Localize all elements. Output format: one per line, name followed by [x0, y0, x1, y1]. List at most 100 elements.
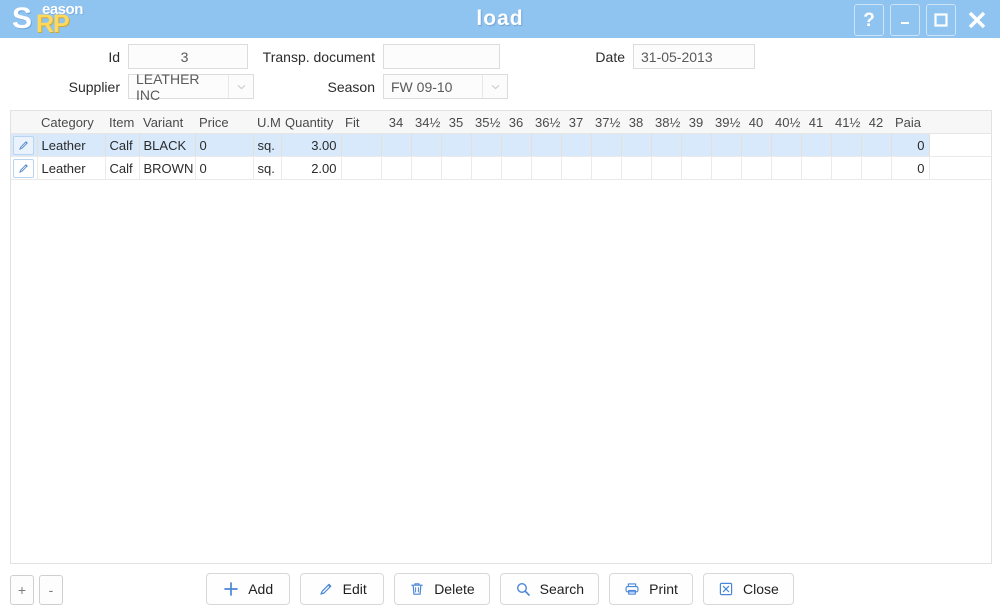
cell-s41[interactable] [801, 156, 832, 180]
cell-s36h[interactable] [531, 133, 562, 157]
grid-header-paia[interactable]: Paia [891, 111, 929, 134]
grid-header-fit[interactable]: Fit [341, 111, 381, 134]
grid-header-price[interactable]: Price [195, 111, 253, 134]
cell-variant[interactable]: BROWN [139, 156, 196, 180]
table-row[interactable]: Leather Calf BROWN 0 sq. 2.00 0 [11, 156, 991, 180]
date-input[interactable]: 31-05-2013 [633, 44, 755, 69]
cell-s38h[interactable] [651, 156, 682, 180]
cell-s41h[interactable] [831, 156, 862, 180]
close-button[interactable] [962, 4, 992, 36]
id-input[interactable]: 3 [128, 44, 248, 69]
help-button[interactable]: ? [854, 4, 884, 36]
print-button[interactable]: Print [609, 573, 694, 605]
minimize-button[interactable] [890, 4, 920, 36]
cell-s34h[interactable] [411, 156, 442, 180]
grid-header-s42[interactable]: 42 [861, 111, 891, 134]
cell-s42[interactable] [861, 156, 892, 180]
cell-s40h[interactable] [771, 133, 802, 157]
grid-header-s34[interactable]: 34 [381, 111, 411, 134]
grid-header-category[interactable]: Category [37, 111, 105, 134]
cell-item[interactable]: Calf [105, 156, 140, 180]
grid-header-s34h[interactable]: 34½ [411, 111, 441, 134]
grid-header-s39h[interactable]: 39½ [711, 111, 741, 134]
cell-s41[interactable] [801, 133, 832, 157]
cell-s40[interactable] [741, 156, 772, 180]
add-button[interactable]: Add [206, 573, 291, 605]
cell-s35[interactable] [441, 156, 472, 180]
grid-header-s37[interactable]: 37 [561, 111, 591, 134]
cell-s37h[interactable] [591, 156, 622, 180]
season-dropdown-arrow[interactable] [482, 75, 507, 98]
cell-price[interactable]: 0 [195, 156, 254, 180]
cell-fit[interactable] [341, 133, 382, 157]
cell-item[interactable]: Calf [105, 133, 140, 157]
delete-button[interactable]: Delete [394, 573, 490, 605]
grid-header-s41h[interactable]: 41½ [831, 111, 861, 134]
cell-s35[interactable] [441, 133, 472, 157]
grid-header-s35[interactable]: 35 [441, 111, 471, 134]
grid-header-s36h[interactable]: 36½ [531, 111, 561, 134]
cell-s35h[interactable] [471, 133, 502, 157]
supplier-dropdown-arrow[interactable] [228, 75, 253, 98]
grid-filler-cell[interactable] [929, 156, 991, 180]
cell-s39h[interactable] [711, 133, 742, 157]
cell-s39[interactable] [681, 133, 712, 157]
table-row[interactable]: Leather Calf BLACK 0 sq. 3.00 0 [11, 133, 991, 157]
cell-quantity[interactable]: 3.00 [281, 133, 342, 157]
row-pencil-icon[interactable] [13, 135, 34, 155]
cell-s38[interactable] [621, 133, 652, 157]
cell-s40h[interactable] [771, 156, 802, 180]
close-button[interactable]: Close [703, 573, 794, 605]
grid-header-s36[interactable]: 36 [501, 111, 531, 134]
grid-header-item[interactable]: Item [105, 111, 139, 134]
cell-quantity[interactable]: 2.00 [281, 156, 342, 180]
cell-s41h[interactable] [831, 133, 862, 157]
grid-header-s38[interactable]: 38 [621, 111, 651, 134]
cell-s40[interactable] [741, 133, 772, 157]
grid-header-s41[interactable]: 41 [801, 111, 831, 134]
row-pencil-icon[interactable] [13, 158, 34, 178]
cell-um[interactable]: sq. [253, 156, 282, 180]
cell-s39[interactable] [681, 156, 712, 180]
cell-s39h[interactable] [711, 156, 742, 180]
cell-price[interactable]: 0 [195, 133, 254, 157]
cell-s36h[interactable] [531, 156, 562, 180]
row-edit-cell[interactable] [11, 133, 38, 157]
cell-fit[interactable] [341, 156, 382, 180]
grid-header-s37h[interactable]: 37½ [591, 111, 621, 134]
grid-header-quantity[interactable]: Quantity [281, 111, 341, 134]
cell-s38h[interactable] [651, 133, 682, 157]
grid-header-s40[interactable]: 40 [741, 111, 771, 134]
cell-s38[interactable] [621, 156, 652, 180]
transp-document-input[interactable] [383, 44, 500, 69]
cell-s37[interactable] [561, 156, 592, 180]
grid-header-filler[interactable] [929, 111, 991, 134]
grid-header-edit[interactable] [11, 111, 37, 134]
grid-header-variant[interactable]: Variant [139, 111, 195, 134]
cell-s34h[interactable] [411, 133, 442, 157]
cell-s35h[interactable] [471, 156, 502, 180]
cell-s36[interactable] [501, 133, 532, 157]
cell-variant[interactable]: BLACK [139, 133, 196, 157]
grid-header-s38h[interactable]: 38½ [651, 111, 681, 134]
row-edit-cell[interactable] [11, 156, 38, 180]
grid-header-um[interactable]: U.M [253, 111, 281, 134]
grid-header-s39[interactable]: 39 [681, 111, 711, 134]
season-select[interactable]: FW 09-10 [383, 74, 508, 99]
maximize-button[interactable] [926, 4, 956, 36]
cell-paia[interactable]: 0 [891, 133, 930, 157]
search-button[interactable]: Search [499, 573, 600, 605]
cell-s37h[interactable] [591, 133, 622, 157]
cell-um[interactable]: sq. [253, 133, 282, 157]
cell-s34[interactable] [381, 156, 412, 180]
cell-s36[interactable] [501, 156, 532, 180]
cell-s34[interactable] [381, 133, 412, 157]
items-grid-panel[interactable]: Category Item Variant Price U.M Quantity Fit 34… [10, 110, 992, 564]
grid-header-s35h[interactable]: 35½ [471, 111, 501, 134]
grid-filler-cell[interactable] [929, 133, 991, 157]
cell-paia[interactable]: 0 [891, 156, 930, 180]
edit-button[interactable]: Edit [300, 573, 385, 605]
cell-s37[interactable] [561, 133, 592, 157]
cell-category[interactable]: Leather [37, 133, 106, 157]
cell-s42[interactable] [861, 133, 892, 157]
